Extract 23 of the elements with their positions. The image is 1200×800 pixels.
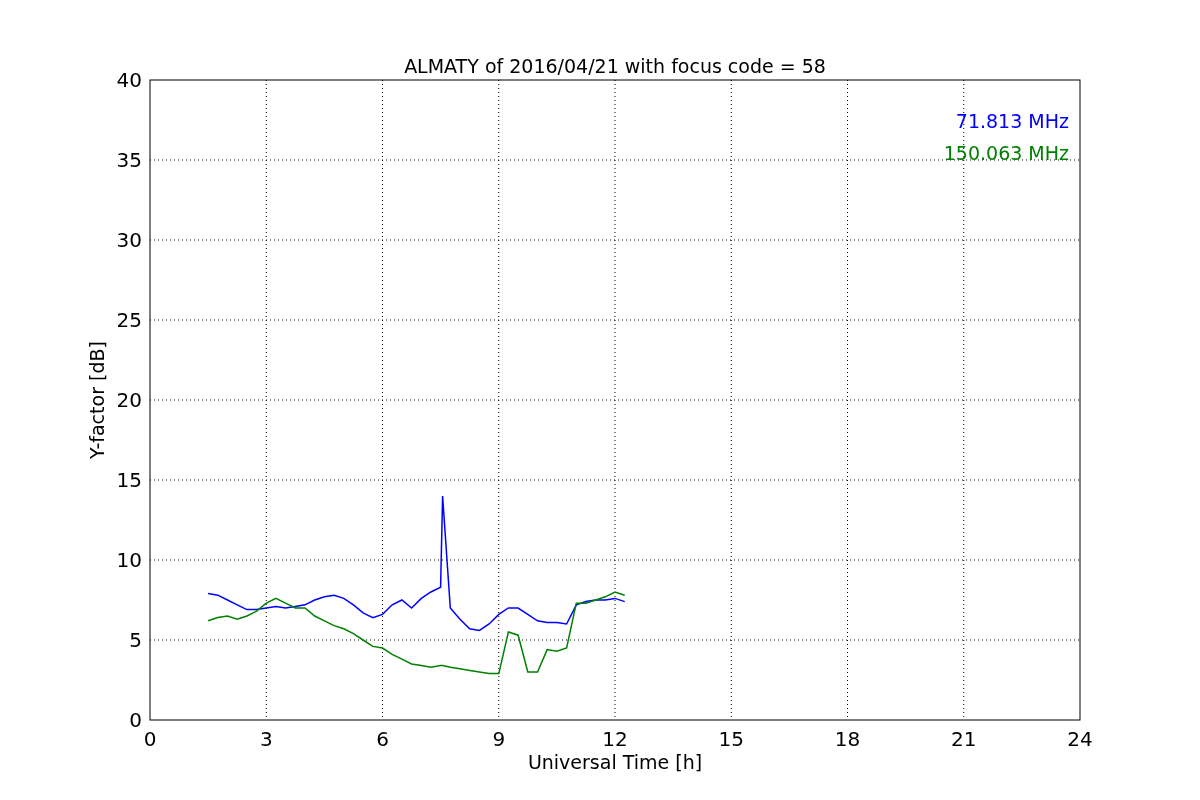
- y-tick-label: 20: [116, 388, 142, 412]
- chart-title: ALMATY of 2016/04/21 with focus code = 58: [404, 55, 826, 77]
- legend-label: 150.063 MHz: [943, 142, 1069, 164]
- y-tick-label: 15: [116, 468, 142, 492]
- x-tick-label: 12: [602, 727, 628, 751]
- x-axis-label: Universal Time [h]: [527, 751, 703, 773]
- y-tick-label: 30: [116, 228, 142, 252]
- x-tick-label: 21: [951, 727, 977, 751]
- x-tick-label: 9: [492, 727, 506, 751]
- x-tick-label: 24: [1067, 727, 1093, 751]
- y-axis-label: Y-factor [dB]: [86, 341, 108, 459]
- x-tick-label: 0: [143, 727, 157, 751]
- y-tick-label: 35: [116, 148, 142, 172]
- y-tick-label: 5: [129, 628, 142, 652]
- legend-label: 71.813 MHz: [955, 110, 1069, 132]
- x-tick-label: 15: [718, 727, 744, 751]
- x-tick-label: 3: [259, 727, 273, 751]
- x-tick-label: 18: [834, 727, 861, 751]
- y-tick-label: 10: [116, 548, 142, 572]
- y-tick-label: 40: [116, 68, 142, 92]
- x-tick-label: 6: [376, 727, 389, 751]
- y-tick-label: 25: [116, 308, 142, 332]
- y-tick-label: 0: [129, 708, 142, 732]
